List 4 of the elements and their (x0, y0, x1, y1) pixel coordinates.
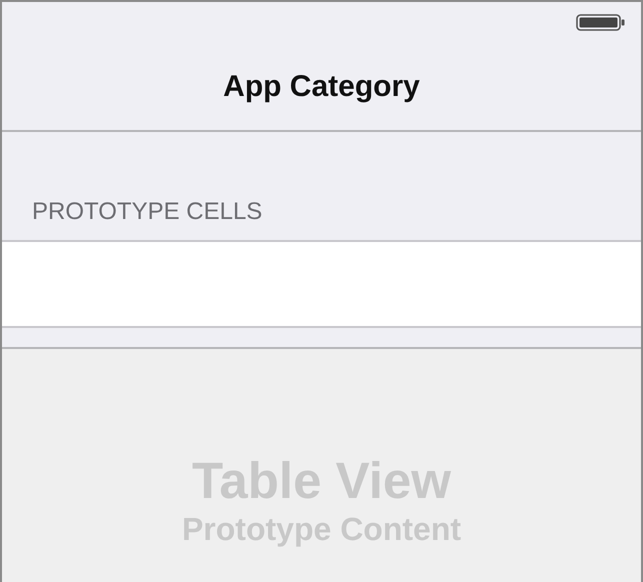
battery-icon (576, 14, 625, 30)
section-header: PROTOTYPE CELLS (32, 198, 262, 226)
navigation-title: App Category (223, 70, 420, 104)
table-cell[interactable] (2, 242, 641, 328)
